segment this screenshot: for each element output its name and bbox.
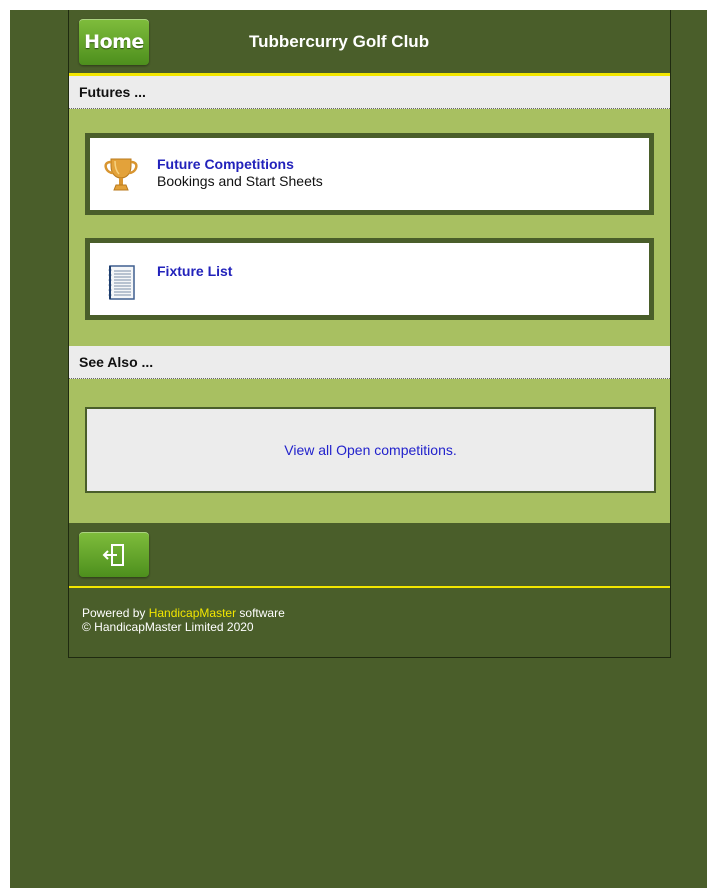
view-open-competitions-link[interactable]: View all Open competitions.: [284, 442, 457, 458]
future-competitions-card[interactable]: Future Competitions Bookings and Start S…: [85, 133, 654, 215]
section-header-see-also: See Also ...: [69, 346, 670, 379]
trophy-icon: [104, 156, 138, 194]
exit-button[interactable]: [79, 532, 149, 577]
powered-by-suffix: software: [236, 606, 285, 620]
powered-by-prefix: Powered by: [82, 606, 149, 620]
section-header-futures: Futures ...: [69, 76, 670, 109]
powered-by-line: Powered by HandicapMaster software: [82, 606, 670, 620]
bottom-toolbar: [69, 523, 670, 588]
copyright-text: © HandicapMaster Limited 2020: [82, 620, 254, 634]
fixture-list-card[interactable]: Fixture List: [85, 238, 654, 320]
card-title-future-competitions[interactable]: Future Competitions: [157, 156, 294, 172]
header-bar: Home Tubbercurry Golf Club: [69, 10, 670, 76]
card-title-fixture-list[interactable]: Fixture List: [157, 263, 232, 279]
main-container: Home Tubbercurry Golf Club Futures ... F…: [68, 10, 671, 658]
exit-icon: [102, 543, 124, 566]
open-competitions-box: View all Open competitions.: [85, 407, 656, 493]
footer: Powered by HandicapMaster software © Han…: [69, 588, 670, 634]
futures-panel: Future Competitions Bookings and Start S…: [69, 109, 670, 346]
site-title: Tubbercurry Golf Club: [249, 32, 430, 51]
see-also-panel: View all Open competitions.: [69, 379, 670, 523]
notebook-icon: [106, 265, 136, 303]
handicapmaster-link[interactable]: HandicapMaster: [149, 606, 236, 620]
card-subtitle-future-competitions: Bookings and Start Sheets: [157, 173, 323, 189]
home-button[interactable]: Home: [79, 19, 149, 65]
